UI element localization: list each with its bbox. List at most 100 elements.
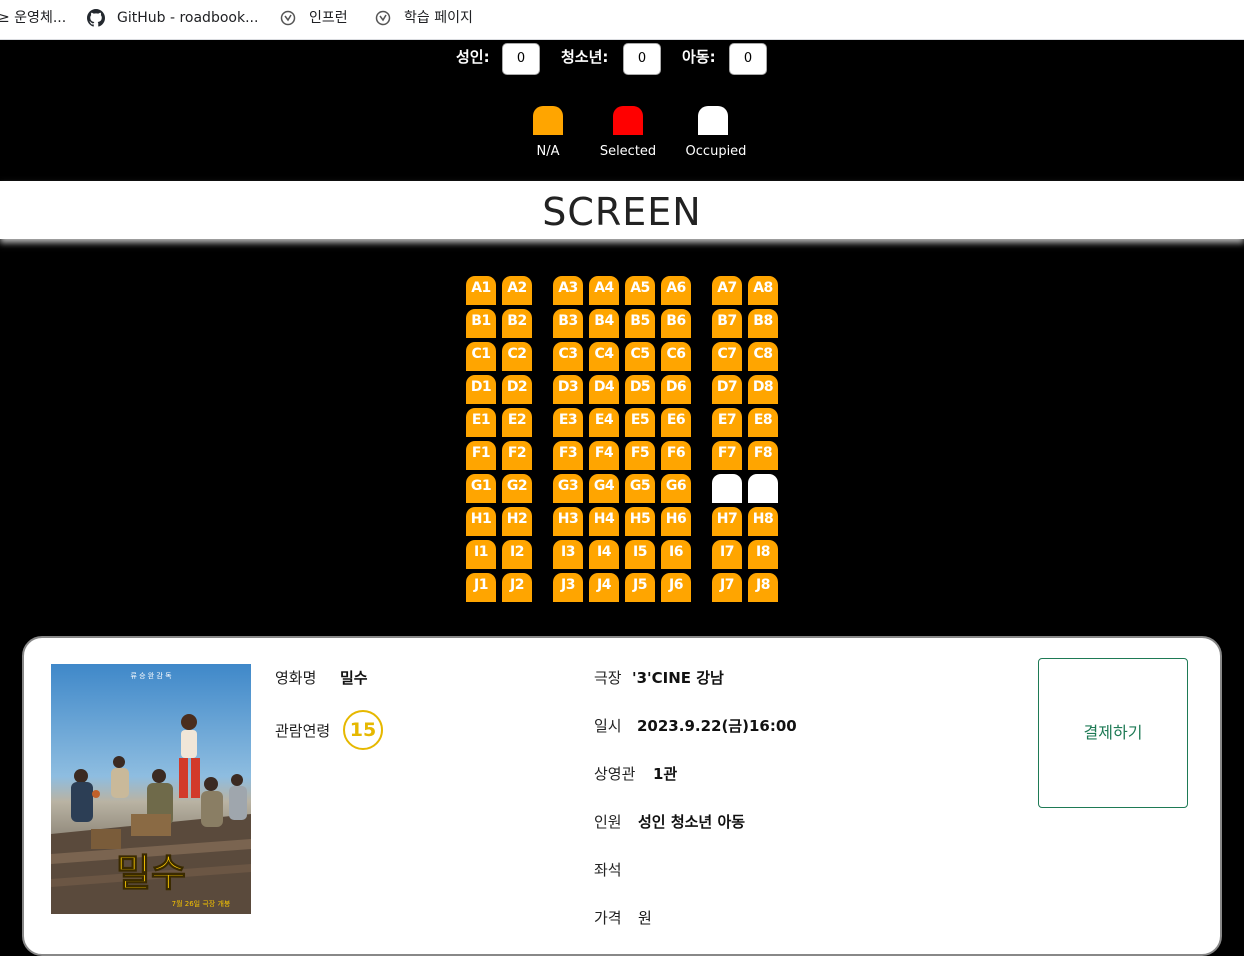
- child-label: 아동:: [682, 48, 716, 66]
- seat-F3[interactable]: F3: [553, 441, 583, 470]
- github-icon: [87, 9, 105, 27]
- seat-I6[interactable]: I6: [661, 540, 691, 569]
- seat-H4[interactable]: H4: [589, 507, 619, 536]
- seat-B7[interactable]: B7: [712, 309, 742, 338]
- seat-D4[interactable]: D4: [589, 375, 619, 404]
- child-count-input[interactable]: 0: [729, 43, 767, 75]
- seat-C1[interactable]: C1: [466, 342, 496, 371]
- seat-B6[interactable]: B6: [661, 309, 691, 338]
- price-value: 원: [638, 909, 652, 927]
- seat-J2[interactable]: J2: [502, 573, 532, 602]
- seat-J8[interactable]: J8: [748, 573, 778, 602]
- seat-I1[interactable]: I1: [466, 540, 496, 569]
- seat-B5[interactable]: B5: [625, 309, 655, 338]
- movie-poster: 류 승 완 감 독 밀수 7월 26일 극장 개봉: [51, 664, 251, 914]
- seat-J6[interactable]: J6: [661, 573, 691, 602]
- seat-G4[interactable]: G4: [589, 474, 619, 503]
- seat-H3[interactable]: H3: [553, 507, 583, 536]
- bookmark-label: 학습 페이지: [404, 10, 473, 26]
- seat-J4[interactable]: J4: [589, 573, 619, 602]
- bookmark-label: ≥ 운영체...: [0, 10, 67, 26]
- seat-D5[interactable]: D5: [625, 375, 655, 404]
- seat-E2[interactable]: E2: [502, 408, 532, 437]
- seat-D8[interactable]: D8: [748, 375, 778, 404]
- seat-G7: [712, 474, 742, 503]
- seat-H5[interactable]: H5: [625, 507, 655, 536]
- teen-count-input[interactable]: 0: [623, 43, 661, 75]
- seat-A5[interactable]: A5: [625, 276, 655, 305]
- seat-D2[interactable]: D2: [502, 375, 532, 404]
- movie-title-value: 밀수: [340, 669, 368, 687]
- pay-button[interactable]: 결제하기: [1038, 658, 1188, 808]
- seat-D1[interactable]: D1: [466, 375, 496, 404]
- seat-F5[interactable]: F5: [625, 441, 655, 470]
- bookmarks-bar: ≥ 운영체... GitHub - roadbook... 인프런 학습 페이지: [0, 0, 1244, 40]
- adult-count-input[interactable]: 0: [502, 43, 540, 75]
- datetime-value: 2023.9.22(금)16:00: [637, 717, 797, 735]
- seat-B1[interactable]: B1: [466, 309, 496, 338]
- booking-summary-card: 류 승 완 감 독 밀수 7월 26일 극장 개봉 영화명 밀수 관람연령 15…: [22, 636, 1222, 956]
- seat-C8[interactable]: C8: [748, 342, 778, 371]
- bookmark-item-study-page[interactable]: 학습 페이지: [404, 0, 473, 36]
- seat-C2[interactable]: C2: [502, 342, 532, 371]
- seat-C4[interactable]: C4: [589, 342, 619, 371]
- seat-A7[interactable]: A7: [712, 276, 742, 305]
- bookmark-item[interactable]: ≥ 운영체...: [0, 0, 66, 36]
- seat-J1[interactable]: J1: [466, 573, 496, 602]
- seat-I3[interactable]: I3: [553, 540, 583, 569]
- seat-A1[interactable]: A1: [466, 276, 496, 305]
- seat-G2[interactable]: G2: [502, 474, 532, 503]
- seat-H8[interactable]: H8: [748, 507, 778, 536]
- seat-G6[interactable]: G6: [661, 474, 691, 503]
- seat-G8: [748, 474, 778, 503]
- bookmark-item-github[interactable]: GitHub - roadbook...: [117, 0, 258, 36]
- seat-F7[interactable]: F7: [712, 441, 742, 470]
- seat-I7[interactable]: I7: [712, 540, 742, 569]
- seat-D3[interactable]: D3: [553, 375, 583, 404]
- seat-C6[interactable]: C6: [661, 342, 691, 371]
- seat-J7[interactable]: J7: [712, 573, 742, 602]
- seat-A6[interactable]: A6: [661, 276, 691, 305]
- seat-I2[interactable]: I2: [502, 540, 532, 569]
- seat-F4[interactable]: F4: [589, 441, 619, 470]
- seat-E1[interactable]: E1: [466, 408, 496, 437]
- seat-C7[interactable]: C7: [712, 342, 742, 371]
- seat-H6[interactable]: H6: [661, 507, 691, 536]
- seat-B3[interactable]: B3: [553, 309, 583, 338]
- seat-H1[interactable]: H1: [466, 507, 496, 536]
- seat-E4[interactable]: E4: [589, 408, 619, 437]
- seat-F2[interactable]: F2: [502, 441, 532, 470]
- seat-B8[interactable]: B8: [748, 309, 778, 338]
- seat-D7[interactable]: D7: [712, 375, 742, 404]
- seat-F1[interactable]: F1: [466, 441, 496, 470]
- people-label: 인원: [594, 813, 622, 831]
- seat-C3[interactable]: C3: [553, 342, 583, 371]
- seat-H2[interactable]: H2: [502, 507, 532, 536]
- seat-F8[interactable]: F8: [748, 441, 778, 470]
- seat-G5[interactable]: G5: [625, 474, 655, 503]
- seat-I4[interactable]: I4: [589, 540, 619, 569]
- hall-value: 1관: [653, 765, 678, 783]
- bookmark-item-inflearn[interactable]: 인프런: [309, 0, 348, 36]
- seat-D6[interactable]: D6: [661, 375, 691, 404]
- seat-A3[interactable]: A3: [553, 276, 583, 305]
- seat-I5[interactable]: I5: [625, 540, 655, 569]
- seat-C5[interactable]: C5: [625, 342, 655, 371]
- seat-F6[interactable]: F6: [661, 441, 691, 470]
- seat-E3[interactable]: E3: [553, 408, 583, 437]
- seat-E5[interactable]: E5: [625, 408, 655, 437]
- seat-A8[interactable]: A8: [748, 276, 778, 305]
- seat-E7[interactable]: E7: [712, 408, 742, 437]
- seat-B4[interactable]: B4: [589, 309, 619, 338]
- seat-H7[interactable]: H7: [712, 507, 742, 536]
- seat-G1[interactable]: G1: [466, 474, 496, 503]
- seat-J5[interactable]: J5: [625, 573, 655, 602]
- seat-B2[interactable]: B2: [502, 309, 532, 338]
- seat-E8[interactable]: E8: [748, 408, 778, 437]
- seat-I8[interactable]: I8: [748, 540, 778, 569]
- seat-G3[interactable]: G3: [553, 474, 583, 503]
- seat-E6[interactable]: E6: [661, 408, 691, 437]
- seat-J3[interactable]: J3: [553, 573, 583, 602]
- seat-A2[interactable]: A2: [502, 276, 532, 305]
- seat-A4[interactable]: A4: [589, 276, 619, 305]
